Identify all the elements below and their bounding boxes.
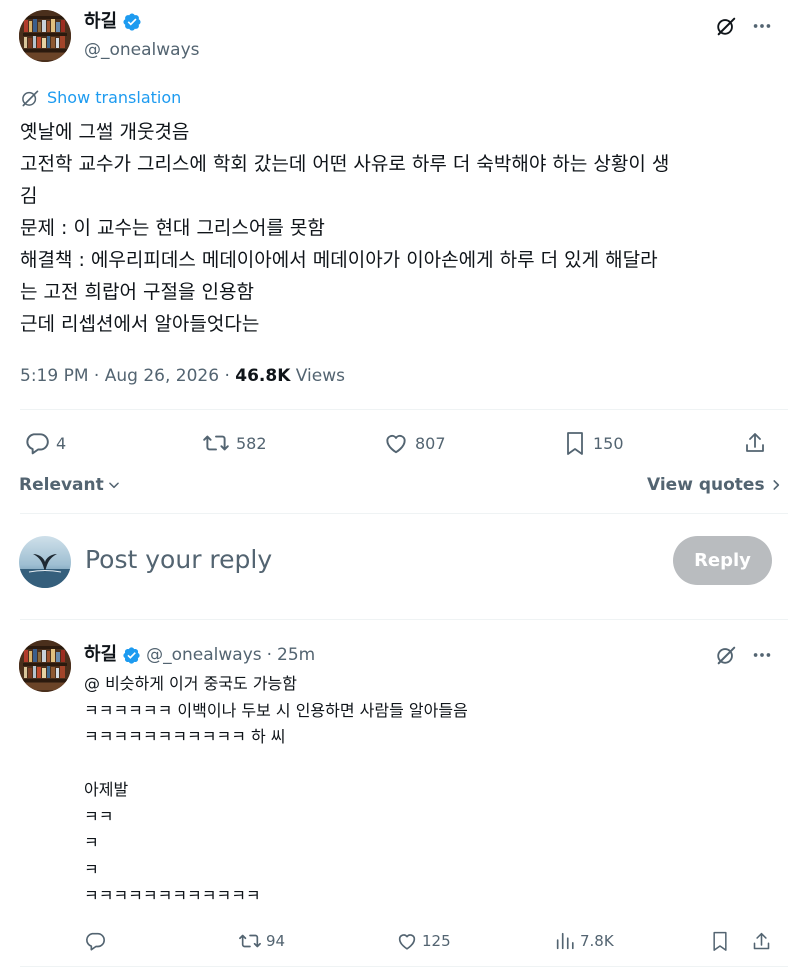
reply-line: ㅋㅋㅋㅋㅋㅋㅋㅋㅋㅋㅋㅋ [84, 886, 261, 905]
show-translation-label[interactable]: Show translation [47, 88, 181, 108]
view-quotes-label: View quotes [647, 475, 765, 495]
meta-separator: · [224, 366, 236, 386]
reply-line [84, 751, 764, 778]
show-translation-link[interactable]: Show translation [20, 88, 181, 108]
divider [20, 966, 788, 967]
meta-separator: · [93, 366, 105, 386]
reply-author-avatar[interactable] [19, 640, 71, 692]
reply-line: ㅋㅋㅋㅋㅋㅋㅋㅋㅋㅋㅋ 하 씨 [84, 727, 286, 746]
tweet-line: 옛날에 그썰 개웃겻음 [20, 121, 190, 143]
sort-label: Relevant [19, 475, 104, 495]
repost-icon [202, 430, 230, 456]
reply-like-action[interactable]: 125 [396, 930, 451, 952]
grok-icon[interactable] [714, 14, 738, 38]
repost-action[interactable]: 582 [202, 430, 267, 456]
reply-input[interactable]: Post your reply [85, 544, 272, 576]
reply-line: ㅋㅋ [84, 806, 114, 826]
reply-time[interactable]: 25m [277, 643, 315, 667]
current-user-avatar[interactable] [19, 536, 71, 588]
meta-separator: · [266, 645, 273, 665]
reply-count: 4 [56, 433, 67, 453]
views-count: 46.8K [235, 366, 291, 386]
repost-count: 582 [236, 433, 267, 453]
reply-text: @ 비슷하게 이거 중국도 가능함 ㅋㅋㅋㅋㅋㅋ 이백이나 두보 시 인용하면 … [84, 671, 764, 910]
divider [20, 619, 788, 620]
reply-line: ㅋ [84, 859, 99, 879]
reply-like-count: 125 [422, 932, 451, 950]
tweet-meta: 5:19 PM · Aug 26, 2026 · 46.8K Views [20, 365, 345, 387]
repost-icon [238, 930, 262, 952]
reply-line: ㅋㅋㅋㅋㅋㅋ 이백이나 두보 시 인용하면 사람들 알아들음 [84, 700, 468, 720]
reply-action[interactable]: 4 [24, 430, 66, 456]
chevron-down-icon [107, 478, 121, 492]
bookmark-icon [563, 430, 587, 456]
translate-icon [20, 88, 40, 108]
reply-line: 아제발 [84, 780, 129, 799]
reply-repost-count: 94 [266, 932, 286, 950]
reply-repost-action[interactable]: 94 [238, 930, 285, 952]
bookmark-icon[interactable] [709, 930, 731, 952]
tweet-line: 문제 : 이 교수는 현대 그리스어를 못함 [20, 217, 325, 239]
view-quotes-link[interactable]: View quotes [647, 475, 782, 495]
author-handle[interactable]: @_onealways [84, 39, 200, 61]
like-count: 807 [415, 433, 446, 453]
reply-line: @ 비슷하게 이거 중국도 가능함 [84, 674, 297, 693]
bookmark-count: 150 [593, 433, 624, 453]
reply-reply-action[interactable] [84, 930, 106, 952]
reply-button[interactable]: Reply [673, 536, 772, 585]
tweet-date[interactable]: Aug 26, 2026 [105, 366, 219, 386]
tweet-line: 근데 리셉션에서 알아들엇다는 [20, 313, 260, 335]
views-label: Views [295, 366, 345, 386]
author-name-row[interactable]: 하길 [84, 11, 142, 33]
grok-icon[interactable] [714, 643, 738, 667]
reply-icon [84, 930, 106, 952]
more-options-icon[interactable] [750, 643, 774, 667]
author-name[interactable]: 하길 [84, 11, 117, 33]
reply-line: ㅋ [84, 833, 99, 852]
reply-author-name[interactable]: 하길 [84, 643, 117, 667]
tweet-line: 는 고전 희랍어 구절을 인용함 [20, 281, 254, 303]
verified-badge-icon [122, 646, 141, 665]
verified-badge-icon [122, 12, 142, 32]
sort-dropdown[interactable]: Relevant [19, 475, 121, 495]
tweet-line: 김 [20, 185, 38, 207]
reply-header: 하길 @_onealways · 25m [84, 643, 315, 667]
reply-icon [24, 430, 50, 456]
divider [20, 513, 788, 514]
tweet-line: 고전학 교수가 그리스에 학회 갔는데 어떤 사유로 하루 더 숙박해야 하는 … [20, 153, 670, 175]
tweet-time[interactable]: 5:19 PM [20, 366, 89, 386]
more-options-icon[interactable] [750, 14, 774, 38]
reply-views-action[interactable]: 7.8K [554, 930, 614, 952]
tweet-text: 옛날에 그썰 개웃겻음 고전학 교수가 그리스에 학회 갔는데 어떤 사유로 하… [20, 116, 790, 340]
like-action[interactable]: 807 [383, 430, 446, 456]
heart-icon [383, 430, 409, 456]
divider [20, 409, 788, 410]
reply-views-count: 7.8K [580, 932, 614, 950]
heart-icon [396, 930, 418, 952]
chevron-right-icon [770, 478, 782, 492]
reply-author-handle[interactable]: @_onealways [146, 643, 262, 667]
share-icon[interactable] [750, 930, 772, 952]
bookmark-action[interactable]: 150 [563, 430, 624, 456]
tweet-line: 해결책 : 에우리피데스 메데이아에서 메데이아가 이아손에게 하루 더 있게 … [20, 249, 658, 271]
author-avatar[interactable] [19, 10, 71, 62]
share-icon[interactable] [742, 430, 768, 456]
analytics-icon [554, 930, 576, 952]
